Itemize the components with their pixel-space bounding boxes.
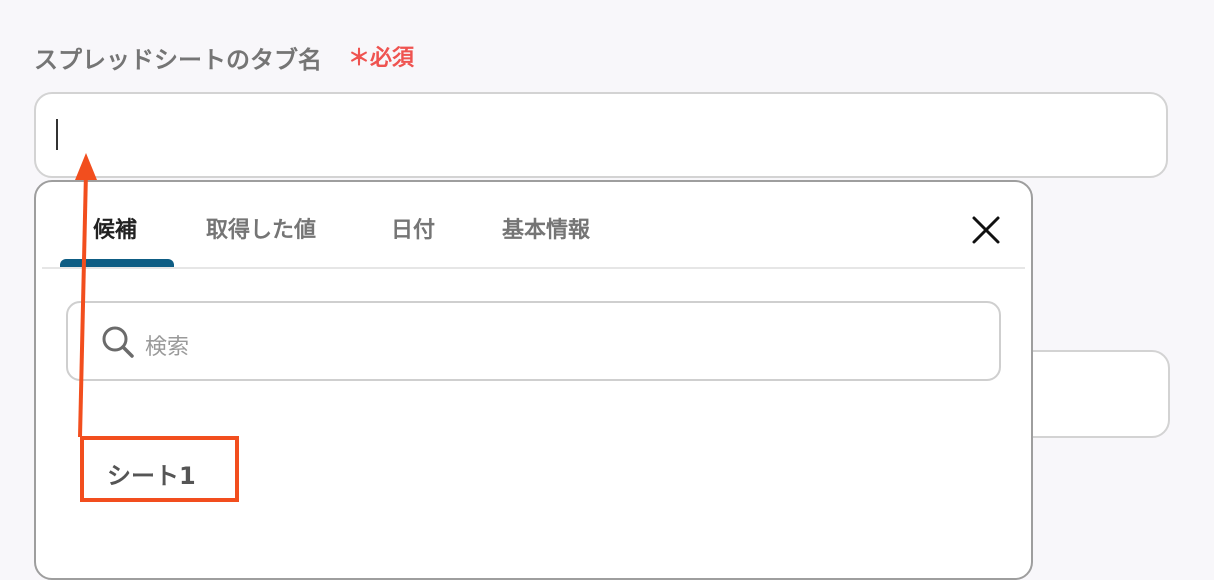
search-input[interactable] [66, 301, 1001, 381]
field-label: スプレッドシートのタブ名 [34, 46, 322, 74]
tab-candidates[interactable]: 候補 [93, 212, 137, 244]
search-icon [100, 324, 136, 360]
required-mark: ＊ [348, 46, 371, 71]
text-caret [56, 119, 58, 150]
tab-date[interactable]: 日付 [391, 212, 435, 244]
close-icon [972, 216, 1000, 244]
tab-acquired-values[interactable]: 取得した値 [206, 212, 316, 244]
tab-name-input[interactable] [34, 92, 1168, 178]
required-text: 必須 [370, 46, 415, 71]
tab-divider [42, 267, 1025, 269]
tab-basic-info[interactable]: 基本情報 [502, 212, 590, 244]
required-indicator: ＊必須 [348, 40, 414, 72]
option-label[interactable]: シート1 [107, 456, 196, 491]
close-button[interactable] [966, 210, 1006, 250]
search-placeholder: 検索 [145, 335, 190, 360]
